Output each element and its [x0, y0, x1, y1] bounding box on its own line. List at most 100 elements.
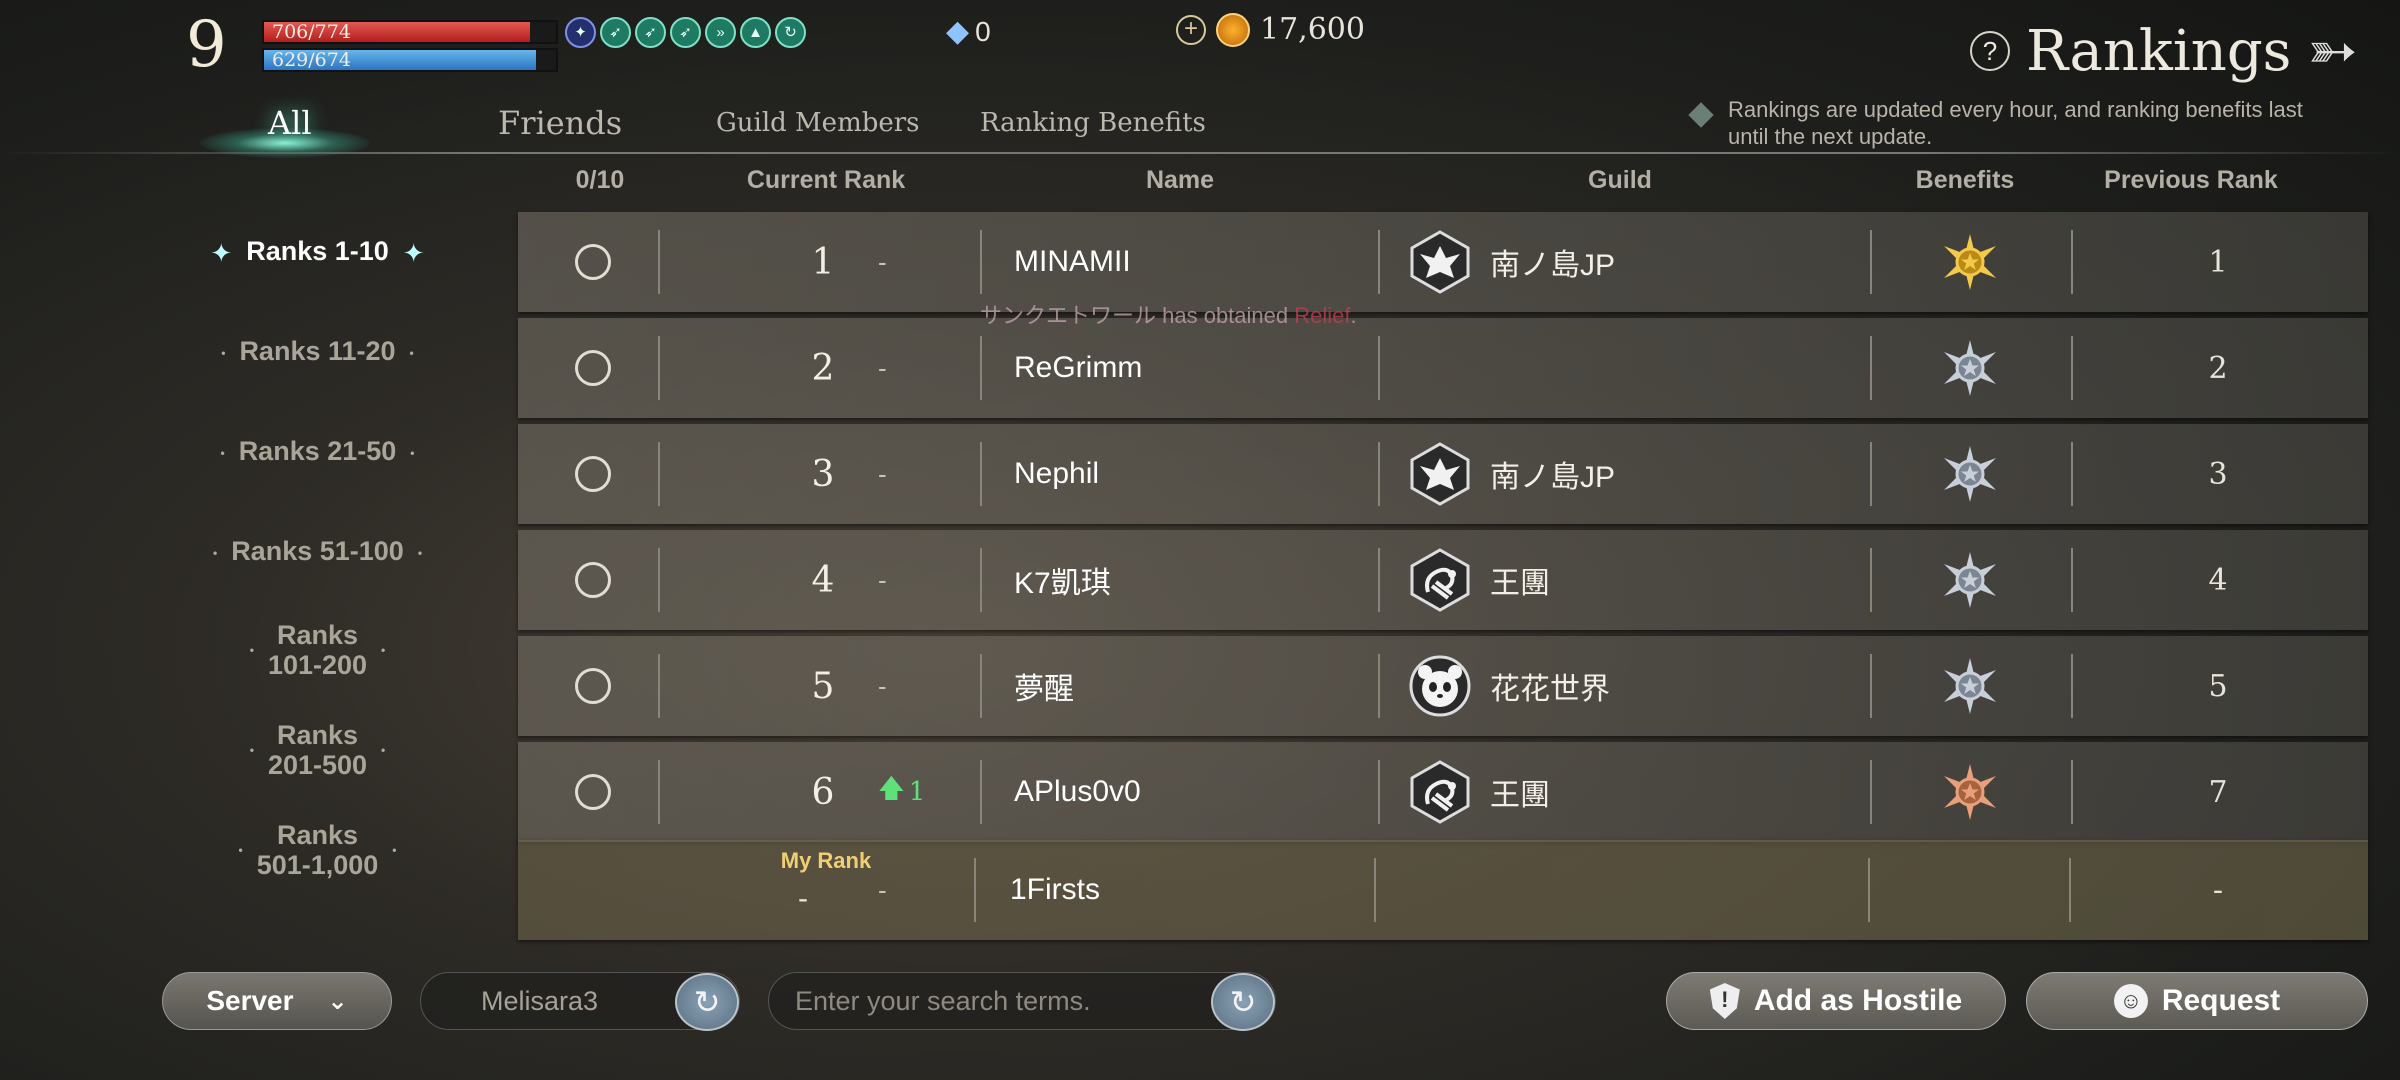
rank-change-value: - [878, 246, 887, 277]
nav-ranks-21-50[interactable]: • Ranks 21-50 • [170, 436, 465, 468]
cell-divider [2071, 654, 2073, 718]
info-diamond-icon [1688, 102, 1714, 128]
system-message: サンクエトワール has obtained Relief. [980, 298, 1357, 330]
select-radio[interactable] [575, 244, 611, 280]
player-name[interactable]: ReGrimm [1014, 318, 1142, 418]
cell-divider [2071, 548, 2073, 612]
wind-buff-icon[interactable]: ➶ [670, 17, 701, 48]
guild-name[interactable]: 王團 [1490, 530, 1550, 630]
benefit-badge-icon[interactable] [1940, 232, 2000, 292]
potion-buff-icon[interactable]: ✦ [565, 17, 596, 48]
table-row[interactable]: 6 🡅 1 APlus0v0 王團 7 [518, 742, 2368, 842]
add-as-hostile-button[interactable]: ! Add as Hostile [1666, 972, 2006, 1030]
nav-label: Ranks 101-200 [267, 620, 368, 680]
nav-ranks-201-500[interactable]: • Ranks 201-500 • [170, 720, 465, 780]
guild-emblem-icon [1408, 548, 1472, 612]
player-name[interactable]: Nephil [1014, 424, 1099, 524]
guild-name[interactable]: 南ノ島JP [1490, 212, 1615, 312]
smiley-icon: ☺ [2113, 984, 2148, 1018]
search-input[interactable]: Enter your search terms. ↻ [768, 972, 1276, 1031]
current-rank: 1 [811, 241, 835, 283]
swirl-buff-icon[interactable]: ↻ [775, 17, 806, 48]
benefit-badge-icon[interactable] [1940, 550, 2000, 610]
nav-ranks-101-200[interactable]: • Ranks 101-200 • [170, 620, 465, 680]
nav-ranks-1-10[interactable]: ✦ Ranks 1-10 ✦ [170, 236, 465, 268]
tab-ranking-benefits[interactable]: Ranking Benefits [980, 108, 1206, 138]
header-divider [0, 152, 2400, 154]
player-name[interactable]: K7凱琪 [1014, 530, 1111, 630]
help-icon[interactable]: ? [1970, 31, 2010, 71]
table-row[interactable]: 3 - Nephil 南ノ島JP 3 [518, 424, 2368, 524]
cell-divider [2071, 336, 2073, 400]
rank-change-value: - [878, 564, 887, 595]
cell-divider [1378, 230, 1380, 294]
refresh-server-button[interactable]: ↻ [675, 973, 739, 1031]
table-row[interactable]: 2 - ReGrimm 2 [518, 318, 2368, 418]
buff-list[interactable]: ✦ ➶ ➶ ➶ » ▲ ↻ [565, 17, 806, 48]
cell-divider [1870, 230, 1872, 294]
mp-bar: 629/674 [262, 48, 558, 72]
select-radio[interactable] [575, 562, 611, 598]
nav-ranks-51-100[interactable]: • Ranks 51-100 • [170, 536, 465, 568]
gem-count: 0 [975, 15, 991, 47]
cell-divider [1870, 548, 1872, 612]
request-button[interactable]: ☺ Request [2026, 972, 2368, 1030]
server-field[interactable]: Melisara3 ↻ [420, 972, 740, 1031]
search-button[interactable]: ↻ [1211, 973, 1275, 1031]
mp-text: 629/674 [272, 49, 351, 71]
nav-ranks-501-1000[interactable]: • Ranks 501-1,000 • [170, 820, 465, 880]
rank-change-value: - [878, 352, 887, 383]
add-currency-icon[interactable]: + [1176, 14, 1206, 45]
nav-label: Ranks 11-20 [239, 336, 396, 366]
guild-name[interactable]: 南ノ島JP [1490, 424, 1615, 524]
table-row[interactable]: 1 - MINAMII 南ノ島JP 1 [518, 212, 2368, 312]
rank-change-value: - [878, 458, 887, 489]
guild-name[interactable]: 王團 [1490, 742, 1550, 842]
cell-divider [980, 654, 982, 718]
search-placeholder: Enter your search terms. [795, 985, 1091, 1016]
cell-divider [1378, 760, 1380, 824]
table-row[interactable]: 5 - 夢醒 花花世界 5 [518, 636, 2368, 736]
select-radio[interactable] [575, 774, 611, 810]
previous-rank: 5 [2208, 668, 2228, 704]
back-arrow-icon[interactable]: ➳ [2307, 16, 2357, 86]
player-name[interactable]: APlus0v0 [1014, 742, 1141, 842]
player-name[interactable]: MINAMII [1014, 212, 1131, 312]
select-radio[interactable] [575, 668, 611, 704]
refresh-icon: ↻ [1229, 984, 1257, 1020]
tab-guild-members[interactable]: Guild Members [716, 108, 920, 138]
benefit-badge-icon[interactable] [1940, 338, 2000, 398]
current-rank: 2 [811, 347, 835, 389]
guild-name[interactable]: 花花世界 [1490, 636, 1610, 736]
camp-buff-icon[interactable]: ▲ [740, 17, 771, 48]
select-radio[interactable] [575, 456, 611, 492]
benefit-badge-icon[interactable] [1940, 444, 2000, 504]
tab-friends[interactable]: Friends [498, 104, 622, 142]
my-rank-row[interactable]: My Rank - - 1Firsts - [518, 840, 2368, 940]
server-dropdown[interactable]: Server ⌄ [162, 972, 392, 1030]
cell-divider [980, 442, 982, 506]
cell-divider [1378, 654, 1380, 718]
column-previous-rank: Previous Rank [2104, 166, 2278, 194]
rank-change: - [878, 636, 887, 736]
previous-rank: 4 [2208, 562, 2228, 598]
nav-label: Ranks 501-1,000 [256, 820, 379, 880]
guild-emblem-icon [1408, 442, 1472, 506]
benefit-badge-icon[interactable] [1940, 762, 2000, 822]
select-radio[interactable] [575, 350, 611, 386]
dash-buff-icon[interactable]: » [705, 17, 736, 48]
tab-all[interactable]: All [268, 104, 312, 142]
rank-change: - [878, 530, 887, 630]
nav-ranks-11-20[interactable]: • Ranks 11-20 • [170, 336, 465, 368]
hp-text: 706/774 [272, 21, 351, 43]
player-name[interactable]: 夢醒 [1014, 636, 1074, 736]
benefit-badge-icon[interactable] [1940, 656, 2000, 716]
notice-text: Rankings are updated every hour, and ran… [1728, 97, 2303, 149]
request-label: Request [2161, 984, 2281, 1017]
server-value: Melisara3 [481, 985, 599, 1016]
wind-buff-icon[interactable]: ➶ [600, 17, 631, 48]
wind-buff-icon[interactable]: ➶ [635, 17, 666, 48]
column-guild: Guild [1588, 166, 1652, 194]
gold-coin-icon [1216, 12, 1250, 47]
table-row[interactable]: 4 - K7凱琪 王團 4 [518, 530, 2368, 630]
